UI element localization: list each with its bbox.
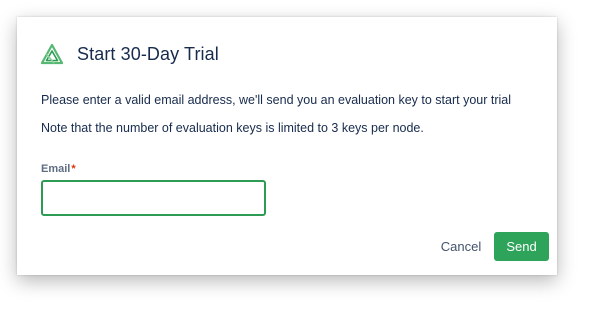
email-label-text: Email (41, 163, 71, 175)
email-label: Email* (41, 163, 76, 175)
dialog-description: Please enter a valid email address, we'l… (41, 93, 511, 107)
email-field[interactable] (41, 180, 266, 216)
dialog-header: Start 30-Day Trial (41, 41, 219, 67)
required-indicator: * (71, 163, 76, 175)
triangle-logo-icon (41, 43, 63, 65)
dialog-title: Start 30-Day Trial (77, 43, 219, 64)
cancel-button[interactable]: Cancel (432, 232, 490, 260)
trial-dialog: Start 30-Day Trial Please enter a valid … (17, 17, 557, 275)
dialog-note: Note that the number of evaluation keys … (41, 121, 424, 135)
send-button[interactable]: Send (494, 232, 549, 261)
